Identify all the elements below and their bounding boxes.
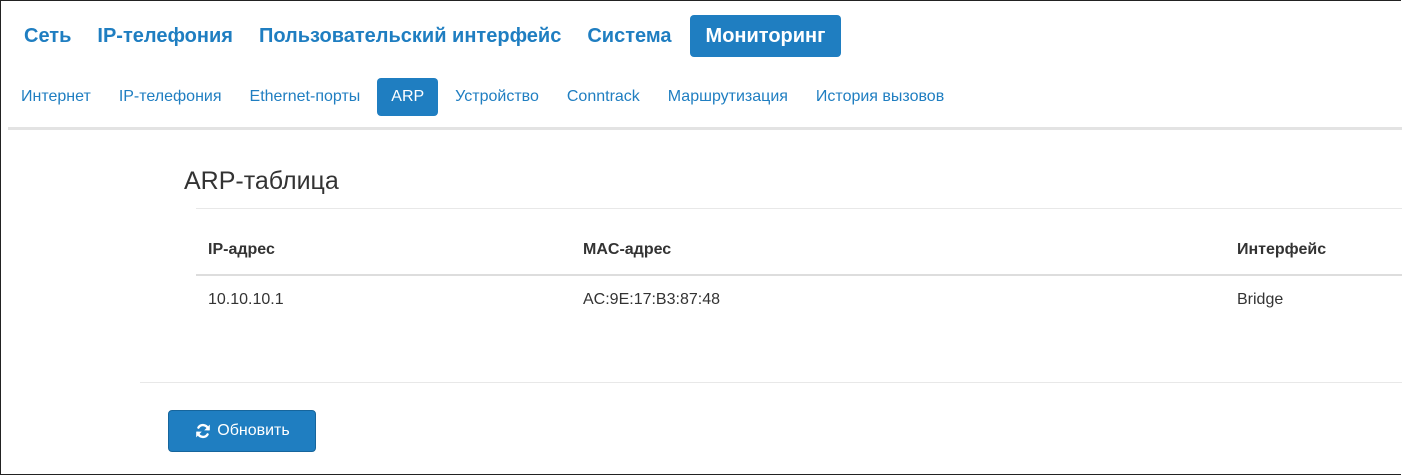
tab-ethernet-ports[interactable]: Ethernet-порты [239, 78, 372, 116]
cell-ip: 10.10.10.1 [208, 291, 284, 308]
tab-device[interactable]: Устройство [444, 78, 550, 116]
tab-internet[interactable]: Интернет [10, 78, 102, 116]
column-header-interface: Интерфейс [1237, 241, 1327, 258]
page-title: ARP-таблица [184, 167, 339, 195]
main-nav: Сеть IP-телефония Пользовательский интер… [12, 15, 843, 57]
cell-interface: Bridge [1237, 291, 1284, 308]
nav-divider [8, 127, 1402, 130]
sub-nav: Интернет IP-телефония Ethernet-порты ARP… [10, 78, 961, 116]
refresh-button-label: Обновить [217, 422, 290, 439]
tab-ip-telephony[interactable]: IP-телефония [108, 78, 233, 116]
arp-table: IP-адрес MAC-адрес Интерфейс 10.10.10.1 … [196, 226, 1402, 324]
table-header: IP-адрес MAC-адрес Интерфейс [196, 226, 1402, 276]
table-row: 10.10.10.1 AC:9E:17:B3:87:48 Bridge [196, 276, 1402, 324]
tab-conntrack[interactable]: Conntrack [556, 78, 651, 116]
main-nav-item-system[interactable]: Система [575, 15, 683, 57]
main-nav-item-network[interactable]: Сеть [12, 15, 83, 57]
footer-divider [140, 382, 1402, 383]
cell-mac: AC:9E:17:B3:87:48 [583, 291, 720, 308]
tab-call-history[interactable]: История вызовов [805, 78, 955, 116]
tab-arp[interactable]: ARP [377, 78, 439, 116]
title-divider [196, 208, 1402, 209]
column-header-ip: IP-адрес [208, 241, 275, 258]
column-header-mac: MAC-адрес [583, 241, 672, 258]
main-nav-item-monitoring[interactable]: Мониторинг [689, 15, 842, 57]
tab-routing[interactable]: Маршрутизация [657, 78, 799, 116]
main-nav-item-user-interface[interactable]: Пользовательский интерфейс [247, 15, 573, 57]
main-nav-item-ip-telephony[interactable]: IP-телефония [85, 15, 245, 57]
refresh-icon [194, 422, 212, 440]
refresh-button[interactable]: Обновить [168, 410, 316, 452]
